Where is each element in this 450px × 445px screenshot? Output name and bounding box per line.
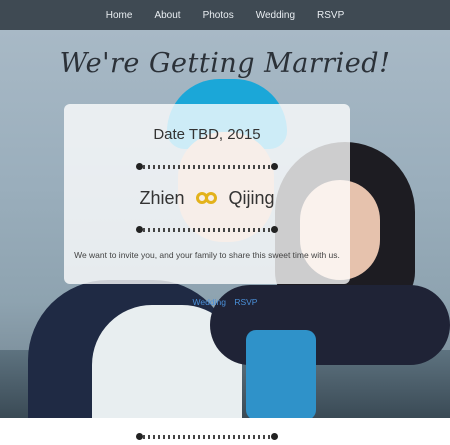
- nav-photos[interactable]: Photos: [192, 10, 245, 21]
- invitation-text: We want to invite you, and your family t…: [74, 250, 340, 260]
- divider-dot-left: [136, 433, 143, 440]
- divider-wave: [143, 165, 271, 169]
- divider-ornament-top: [136, 162, 278, 172]
- announcement-card: Date TBD, 2015 Zhien Qijing We want to i…: [64, 104, 350, 284]
- name-left: Zhien: [139, 188, 185, 208]
- nav-list: Home About Photos Wedding RSVP: [95, 10, 356, 21]
- wedding-date: Date TBD, 2015: [153, 126, 261, 143]
- divider-wave: [143, 228, 271, 232]
- nav-rsvp[interactable]: RSVP: [306, 10, 355, 21]
- divider-ornament-middle: [136, 225, 278, 235]
- link-wedding[interactable]: Wedding: [193, 297, 226, 307]
- divider-dot-right: [271, 163, 278, 170]
- divider-dot-right: [271, 433, 278, 440]
- rings-icon: [195, 192, 218, 206]
- wedding-title: We're Getting Married!: [59, 48, 391, 79]
- nav-wedding[interactable]: Wedding: [245, 10, 306, 21]
- hero-links: Wedding RSVP: [0, 297, 450, 307]
- nav-home[interactable]: Home: [95, 10, 144, 21]
- divider-ornament-bottom: [136, 432, 278, 442]
- name-right: Qijing: [228, 188, 275, 208]
- divider-dot-left: [136, 226, 143, 233]
- photo-blue-shirt: [246, 330, 316, 418]
- divider-dot-right: [271, 226, 278, 233]
- nav-about[interactable]: About: [143, 10, 191, 21]
- link-rsvp[interactable]: RSVP: [234, 297, 257, 307]
- couple-names: Zhien Qijing: [64, 188, 350, 209]
- top-navbar: Home About Photos Wedding RSVP: [0, 0, 450, 30]
- bottom-section: [0, 418, 450, 445]
- divider-wave: [143, 435, 271, 439]
- divider-dot-left: [136, 163, 143, 170]
